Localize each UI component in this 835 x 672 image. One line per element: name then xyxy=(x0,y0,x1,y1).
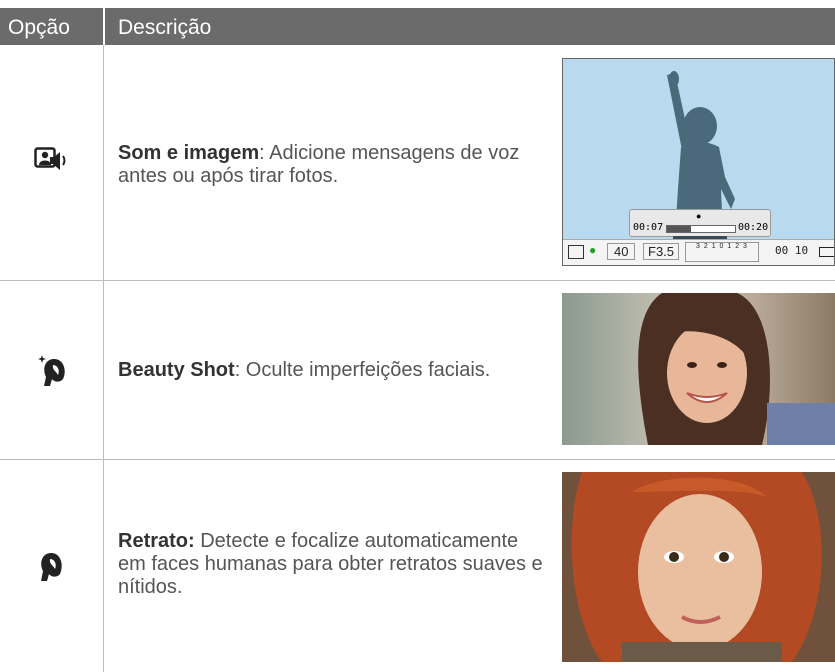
aperture-value: F3.5 xyxy=(643,243,680,260)
option-title: Som e imagem xyxy=(118,142,260,164)
voice-memo-icon xyxy=(34,146,70,179)
beauty-shot-photo xyxy=(562,293,835,445)
playback-bar: ● 00:07 00:20 xyxy=(629,209,771,237)
portrait-icon xyxy=(38,551,64,588)
camera-status-bar: ● 40 F3.5 3 2 1 0 1 2 3 00 10 xyxy=(563,239,834,265)
progress-fill xyxy=(667,226,691,232)
option-title: Retrato: xyxy=(118,530,195,552)
battery-icon xyxy=(819,247,834,257)
recording-dot-icon: ● xyxy=(589,243,597,257)
table-header: Opção Descrição xyxy=(0,8,835,45)
camera-screen-preview: ● 00:07 00:20 ● 40 F3.5 3 2 1 0 1 2 3 00… xyxy=(562,58,835,266)
row-description-voice-memo: Som e imagem: Adicione mensagens de voz … xyxy=(118,142,538,188)
row-description-portrait: Retrato: Detecte e focalize automaticame… xyxy=(118,530,548,599)
row-description-beauty-shot: Beauty Shot: Oculte imperfeições faciais… xyxy=(118,359,548,382)
row-divider xyxy=(0,280,835,281)
column-divider xyxy=(103,45,104,672)
shots-remaining: 00 10 xyxy=(775,244,809,257)
column-header-description: Descrição xyxy=(118,16,212,39)
progress-track xyxy=(666,225,736,233)
voice-memo-mode-icon xyxy=(568,245,584,259)
column-header-option: Opção xyxy=(8,16,70,39)
time-end: 00:20 xyxy=(738,222,769,233)
iso-value: 40 xyxy=(607,243,636,260)
beauty-shot-icon xyxy=(38,353,68,394)
exposure-scale: 3 2 1 0 1 2 3 xyxy=(685,242,759,262)
portrait-photo xyxy=(562,472,835,662)
row-divider xyxy=(0,459,835,460)
time-start: 00:07 xyxy=(633,222,664,233)
camera-icon: ● xyxy=(696,211,702,221)
option-title: Beauty Shot xyxy=(118,359,235,381)
header-divider xyxy=(103,8,105,45)
option-text: : Oculte imperfeições faciais. xyxy=(234,359,491,381)
